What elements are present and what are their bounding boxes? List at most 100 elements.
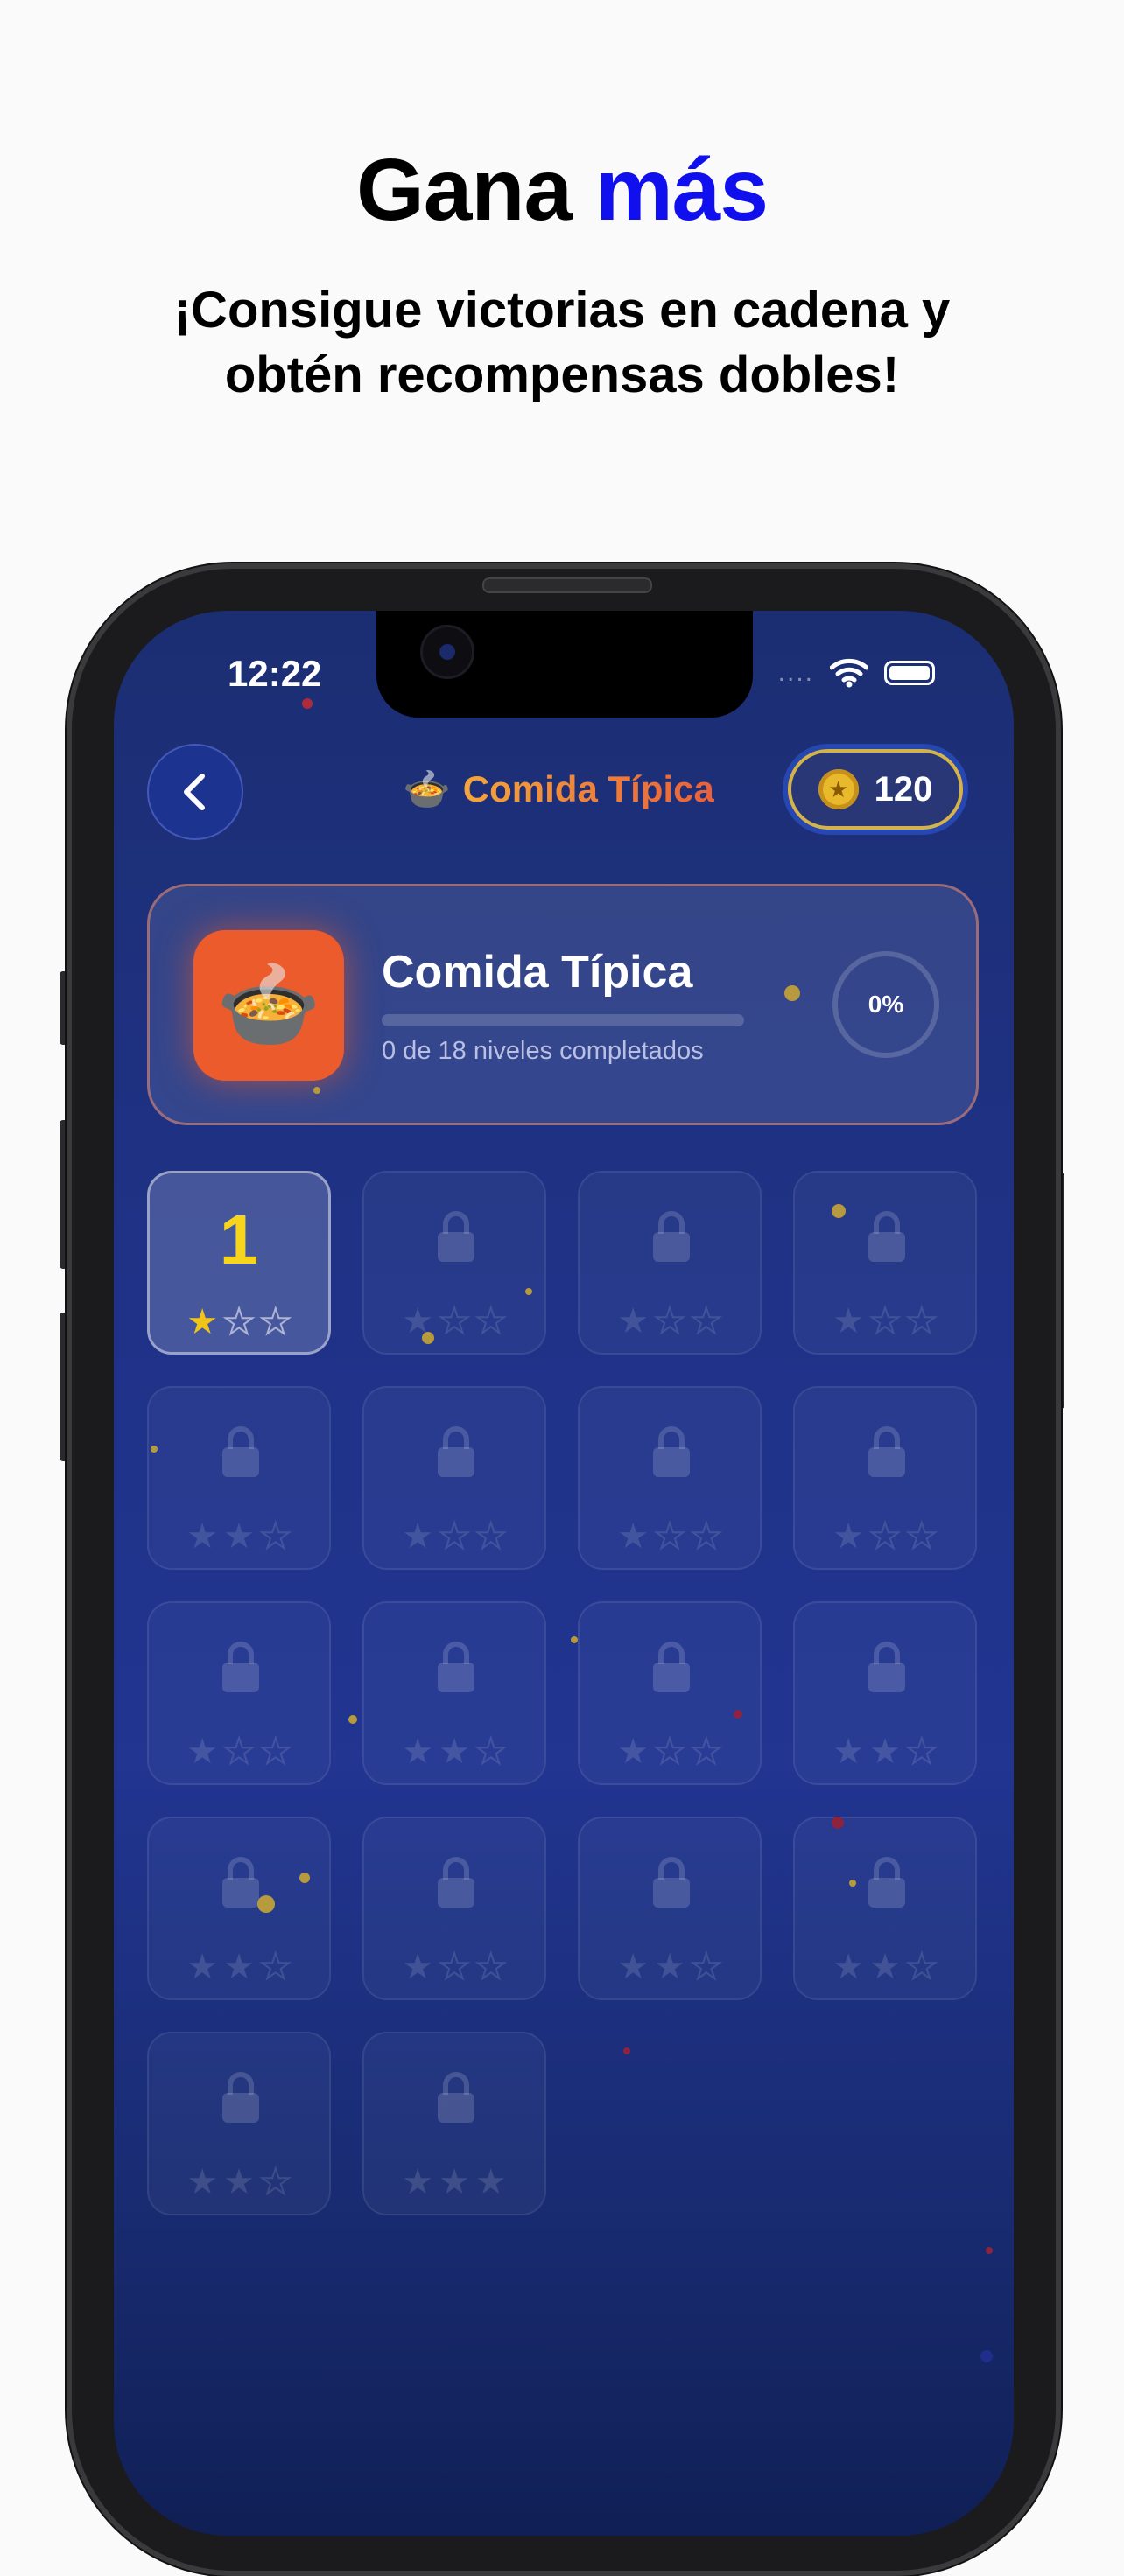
star-empty-icon: ★ — [905, 1732, 938, 1771]
lock-icon — [222, 2072, 259, 2123]
star-filled-icon: ★ — [402, 1948, 434, 1986]
particle — [302, 698, 313, 709]
star-filled-icon: ★ — [186, 1303, 219, 1341]
particle — [849, 1880, 856, 1886]
category-title: Comida Típica — [462, 768, 714, 809]
particle — [151, 1446, 158, 1452]
level-stars: ★ ★ ★ — [580, 1517, 760, 1556]
star-filled-icon: ★ — [617, 1732, 650, 1771]
particle — [623, 2048, 630, 2054]
category-progress-bar — [382, 1014, 744, 1026]
star-empty-icon: ★ — [474, 1948, 508, 1986]
subline-line-1: ¡Consigue victorias en cadena y — [173, 282, 951, 339]
level-stars: ★ ★ ★ — [149, 1732, 329, 1771]
category-progress-text: 0 de 18 niveles completados — [382, 1037, 704, 1065]
star-filled-icon: ★ — [186, 1732, 219, 1771]
level-number: 1 — [219, 1200, 259, 1278]
progress-percent: 0% — [868, 990, 904, 1018]
level-tile: ★ ★ ★ — [147, 1816, 331, 2000]
level-tile: ★ ★ ★ — [578, 1601, 762, 1785]
lock-icon — [653, 1642, 690, 1692]
star-filled-icon: ★ — [223, 2163, 255, 2202]
star-filled-icon: ★ — [402, 1517, 434, 1556]
particle — [313, 1087, 320, 1094]
star-filled-icon: ★ — [186, 1517, 219, 1556]
star-filled-icon: ★ — [439, 2163, 470, 2202]
level-stars: ★ ★ ★ — [364, 1732, 544, 1771]
particle — [734, 1710, 742, 1718]
battery-icon — [884, 661, 935, 685]
promo-subline: ¡Consigue victorias en cadena y obtén re… — [0, 278, 1124, 408]
lock-icon — [653, 1426, 690, 1477]
particle — [832, 1204, 846, 1218]
coin-count: 120 — [874, 769, 933, 808]
lock-icon — [222, 1857, 259, 1908]
particle — [257, 1895, 275, 1913]
status-icons: .... — [778, 658, 935, 688]
star-filled-icon: ★ — [832, 1302, 865, 1340]
phone-speaker — [482, 578, 652, 593]
level-tile: ★ ★ ★ — [147, 1601, 331, 1785]
star-empty-icon: ★ — [222, 1732, 256, 1771]
headline-accent: más — [594, 141, 769, 239]
subline-line-2: obtén recompensas dobles! — [224, 346, 900, 403]
star-filled-icon: ★ — [617, 1302, 650, 1340]
level-stars: ★ ★ ★ — [149, 1948, 329, 1986]
headline-main: Gana — [355, 141, 573, 239]
status-time: 12:22 — [228, 653, 322, 694]
level-tile[interactable]: 1 ★ ★ ★ — [147, 1171, 331, 1354]
lock-icon — [653, 1211, 690, 1262]
back-button[interactable] — [147, 744, 243, 840]
signal-dots: .... — [777, 658, 814, 687]
particle — [571, 1636, 578, 1643]
lock-icon — [868, 1211, 905, 1262]
level-stars: ★ ★ ★ — [795, 1949, 975, 1985]
nav-title: 🍲 Comida Típica — [403, 766, 714, 812]
star-empty-icon: ★ — [905, 1302, 938, 1340]
level-tile: ★ ★ ★ — [362, 2032, 546, 2216]
lock-icon — [868, 1857, 905, 1908]
star-filled-icon: ★ — [439, 1732, 470, 1771]
star-empty-icon: ★ — [474, 1302, 508, 1340]
star-empty-icon: ★ — [222, 1303, 256, 1341]
star-empty-icon: ★ — [438, 1302, 471, 1340]
level-stars: ★ ★ ★ — [580, 1732, 760, 1771]
star-empty-icon: ★ — [653, 1302, 686, 1340]
level-stars: ★ ★ ★ — [149, 1517, 329, 1556]
level-stars: ★ ★ ★ — [364, 1302, 544, 1340]
star-empty-icon: ★ — [259, 1303, 292, 1341]
star-filled-icon: ★ — [402, 1732, 434, 1771]
camera-icon — [420, 625, 474, 679]
level-stars: ★ ★ ★ — [580, 1302, 760, 1340]
level-tile: ★ ★ ★ — [578, 1386, 762, 1570]
star-empty-icon: ★ — [653, 1517, 686, 1556]
wifi-icon — [830, 658, 868, 688]
star-empty-icon: ★ — [259, 1732, 292, 1771]
lock-icon — [653, 1857, 690, 1908]
coin-balance[interactable]: ★ 120 — [788, 749, 963, 830]
level-stars: ★ ★ ★ — [364, 1517, 544, 1556]
level-stars: ★ ★ ★ — [795, 1732, 975, 1771]
star-empty-icon: ★ — [653, 1732, 686, 1771]
level-stars: ★ ★ ★ — [149, 2163, 329, 2202]
promo-headline: Gana más — [0, 140, 1124, 241]
lock-icon — [438, 1211, 474, 1262]
star-filled-icon: ★ — [869, 1732, 901, 1771]
star-empty-icon: ★ — [690, 1732, 723, 1771]
star-empty-icon: ★ — [438, 1517, 471, 1556]
star-empty-icon: ★ — [474, 1517, 508, 1556]
lock-icon — [438, 1857, 474, 1908]
star-filled-icon: ★ — [832, 1732, 865, 1771]
level-tile: ★ ★ ★ — [147, 1386, 331, 1570]
level-stars: ★ ★ ★ — [150, 1303, 328, 1341]
star-filled-icon: ★ — [617, 1948, 650, 1986]
star-empty-icon: ★ — [690, 1302, 723, 1340]
level-stars: ★ ★ ★ — [580, 1948, 760, 1986]
star-empty-icon: ★ — [259, 1948, 292, 1986]
star-filled-icon: ★ — [832, 1517, 865, 1556]
star-empty-icon: ★ — [474, 1732, 508, 1771]
particle — [525, 1288, 532, 1295]
soup-bowl-icon: 🍲 — [193, 930, 344, 1081]
star-filled-icon: ★ — [402, 2163, 434, 2202]
star-filled-icon: ★ — [654, 1948, 685, 1986]
